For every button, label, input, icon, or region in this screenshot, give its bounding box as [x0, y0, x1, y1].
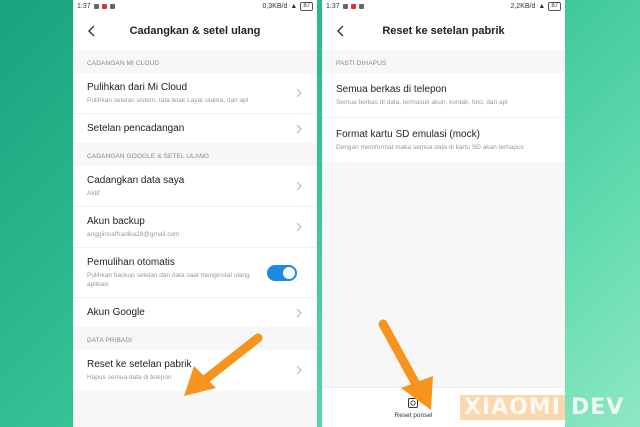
section-header: CADANGAN MI CLOUD — [73, 50, 317, 73]
chevron-right-icon — [296, 365, 302, 375]
item-subtitle: Hapus semua data di telepon — [87, 374, 172, 381]
item-subtitle: anggiinsaffradika28@gmail.com — [87, 231, 180, 238]
factory-reset-item[interactable]: Reset ke setelan pabrik Hapus semua data… — [73, 350, 317, 390]
notification-icon — [93, 3, 99, 9]
section-header: CADANGAN GOOGLE & SETEL ULANG — [73, 143, 317, 166]
backup-account-item[interactable]: Akun backup anggiinsaffradika28@gmail.co… — [73, 207, 317, 248]
chevron-right-icon — [296, 88, 302, 98]
notification-icon — [358, 3, 364, 9]
section-header: DATA PRIBADI — [73, 327, 317, 350]
back-arrow-icon[interactable] — [332, 23, 348, 39]
item-subtitle: Dengan memformat maka semua data di kart… — [336, 144, 524, 151]
item-subtitle: Pulihkan setelan sistem, tata letak Laya… — [87, 97, 249, 104]
status-time: 1:37 — [77, 2, 91, 10]
battery-icon: 87 — [548, 1, 561, 11]
chevron-right-icon — [296, 308, 302, 317]
network-speed: 2,2KB/d — [510, 2, 536, 10]
section-header: PASTI DIHAPUS — [322, 50, 565, 73]
item-title: Akun Google — [87, 307, 145, 318]
chevron-right-icon — [296, 222, 302, 232]
watermark-text: XIAOMI — [460, 394, 565, 420]
item-title: Format kartu SD emulasi (mock) — [336, 129, 480, 140]
item-subtitle: Semua berkas di data, termasuk akun, kon… — [336, 99, 508, 106]
item-subtitle: Aktif — [87, 190, 100, 197]
settings-group: Pulihkan dari Mi Cloud Pulihkan setelan … — [73, 73, 317, 143]
signal-icon: ▲ — [538, 2, 546, 10]
reset-phone-button[interactable]: Reset ponsel — [394, 397, 433, 419]
list-item: Semua berkas di telepon Semua berkas di … — [322, 73, 565, 118]
title-bar: Cadangkan & setel ulang — [73, 12, 317, 50]
status-bar: 1:37 2,2KB/d ▲ 87 — [322, 0, 565, 12]
watermark-text: DEV — [570, 394, 625, 420]
item-title: Pemulihan otomatis — [87, 257, 175, 268]
status-bar: 1:37 0,3KB/d ▲ 87 — [73, 0, 317, 12]
reset-button-label: Reset ponsel — [394, 411, 433, 419]
notification-icon — [109, 3, 115, 9]
item-title: Setelan pencadangan — [87, 123, 185, 134]
backup-my-data-item[interactable]: Cadangkan data saya Aktif — [73, 166, 317, 207]
phone-reset-icon — [408, 397, 419, 408]
battery-icon: 87 — [300, 1, 313, 11]
backup-settings-item[interactable]: Setelan pencadangan — [73, 114, 317, 143]
item-title: Semua berkas di telepon — [336, 84, 447, 95]
title-bar: Reset ke setelan pabrik — [322, 12, 565, 50]
settings-screen-backup-reset: 1:37 0,3KB/d ▲ 87 Cadangkan & setel ulan… — [73, 0, 317, 427]
settings-screen-factory-reset: 1:37 2,2KB/d ▲ 87 Reset ke setelan pabri… — [322, 0, 565, 427]
item-title: Pulihkan dari Mi Cloud — [87, 82, 188, 93]
notification-icon — [101, 3, 107, 9]
item-title: Akun backup — [87, 216, 145, 227]
status-time: 1:37 — [326, 2, 340, 10]
page-title: Cadangkan & setel ulang — [129, 25, 261, 37]
chevron-right-icon — [296, 181, 302, 191]
back-arrow-icon[interactable] — [83, 23, 99, 39]
settings-group: Cadangkan data saya Aktif Akun backup an… — [73, 166, 317, 327]
settings-group: Reset ke setelan pabrik Hapus semua data… — [73, 350, 317, 390]
auto-restore-item[interactable]: Pemulihan otomatis Pulihkan backup setel… — [73, 248, 317, 298]
network-speed: 0,3KB/d — [262, 2, 288, 10]
signal-icon: ▲ — [290, 2, 298, 10]
item-subtitle: Pulihkan backup setelan dan data saat me… — [87, 272, 250, 288]
erase-list: Semua berkas di telepon Semua berkas di … — [322, 73, 565, 162]
chevron-right-icon — [296, 124, 302, 133]
item-title: Reset ke setelan pabrik — [87, 359, 192, 370]
notification-icon — [342, 3, 348, 9]
google-account-item[interactable]: Akun Google — [73, 298, 317, 327]
item-title: Cadangkan data saya — [87, 175, 185, 186]
notification-icon — [350, 3, 356, 9]
restore-mi-cloud-item[interactable]: Pulihkan dari Mi Cloud Pulihkan setelan … — [73, 73, 317, 114]
auto-restore-toggle[interactable] — [267, 264, 297, 281]
list-item: Format kartu SD emulasi (mock) Dengan me… — [322, 118, 565, 162]
page-title: Reset ke setelan pabrik — [382, 25, 505, 37]
watermark: XIAOMI DEV — [460, 392, 640, 422]
